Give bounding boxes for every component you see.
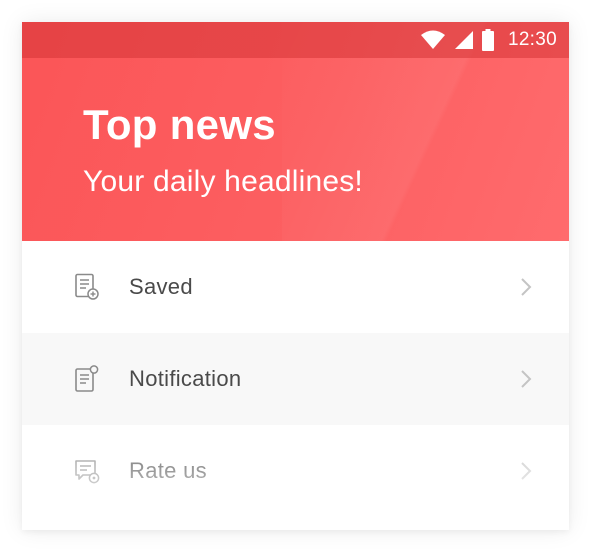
screen: 12:30 Top news Your daily headlines! Sav… [0, 0, 591, 552]
menu-item-rate-us[interactable]: Rate us [22, 425, 569, 517]
saved-document-icon [75, 273, 99, 300]
chevron-right-icon [521, 462, 532, 480]
menu-item-notification[interactable]: Notification [22, 333, 569, 425]
wifi-icon [420, 30, 445, 49]
status-bar: 12:30 [22, 22, 569, 58]
status-icons: 12:30 [420, 22, 557, 58]
menu-item-label: Notification [129, 366, 242, 391]
chevron-right-icon [521, 370, 532, 388]
menu-list: Saved Notification Rate us [22, 241, 569, 517]
battery-icon [481, 29, 494, 51]
notification-document-icon [75, 365, 99, 392]
app-window: 12:30 Top news Your daily headlines! Sav… [22, 22, 569, 530]
page-title: Top news [83, 101, 276, 148]
page-subtitle: Your daily headlines! [83, 165, 363, 198]
menu-item-label: Saved [129, 274, 193, 299]
rate-chat-icon [75, 460, 100, 484]
cell-signal-icon [454, 31, 473, 49]
chevron-right-icon [521, 278, 532, 296]
header-banner: 12:30 Top news Your daily headlines! [22, 22, 569, 241]
menu-item-label: Rate us [129, 458, 207, 483]
status-time: 12:30 [507, 29, 557, 50]
menu-item-saved[interactable]: Saved [22, 241, 569, 333]
